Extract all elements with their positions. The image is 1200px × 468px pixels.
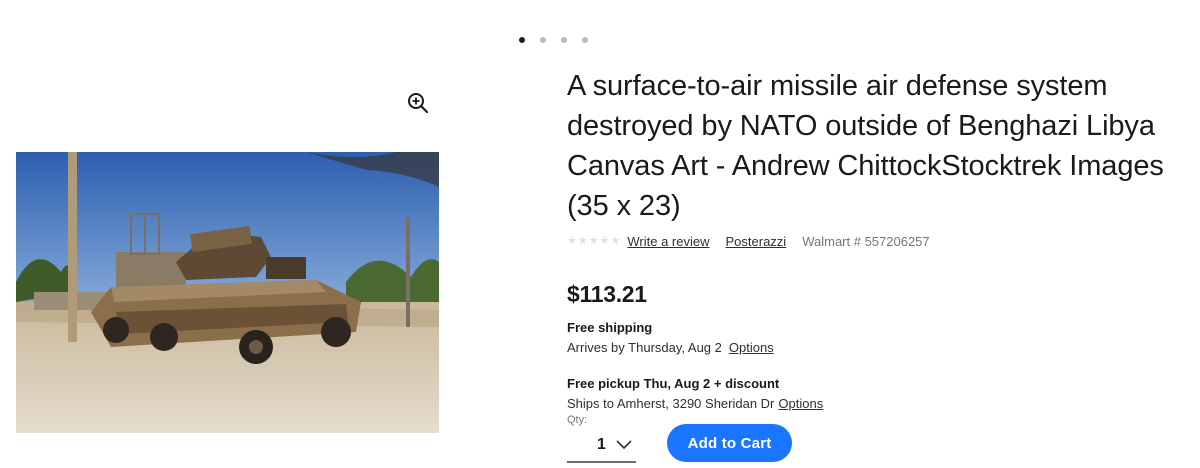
star-icon: ★ — [588, 234, 599, 247]
product-title: A surface-to-air missile air defense sys… — [567, 70, 1164, 222]
star-icon: ★ — [567, 234, 577, 247]
quantity-select[interactable]: 1 — [567, 428, 636, 463]
chevron-down-icon — [616, 439, 632, 449]
shipping-arrival: Arrives by Thursday, Aug 2 Options — [567, 338, 1197, 358]
write-review-link[interactable]: Write a review — [627, 234, 709, 249]
product-page: A surface-to-air missile air defense sys… — [0, 0, 1200, 468]
add-to-cart-button[interactable]: Add to Cart — [667, 424, 792, 462]
star-icon: ★ — [599, 234, 610, 247]
arrival-text: Arrives by Thursday, Aug 2 — [567, 340, 722, 355]
product-meta: ★ ★ ★ ★ ★ Write a review Posterazzi Walm… — [567, 231, 1197, 251]
quantity-label: Qty: — [567, 414, 588, 426]
shipping-info: Free shipping Arrives by Thursday, Aug 2… — [567, 318, 1197, 358]
image-carousel-dots — [519, 37, 588, 43]
carousel-dot-2[interactable] — [540, 37, 546, 43]
shipping-label: Free shipping — [567, 320, 653, 335]
product-price: $113.21 — [567, 281, 647, 307]
pickup-info: Free pickup Thu, Aug 2 + discount Ships … — [567, 374, 1197, 414]
seller-link[interactable]: Posterazzi — [726, 234, 787, 249]
carousel-dot-4[interactable] — [582, 37, 588, 43]
rating-stars[interactable]: ★ ★ ★ ★ ★ — [567, 234, 621, 247]
ships-to-text: Ships to Amherst, 3290 Sheridan Dr — [567, 396, 775, 411]
pickup-location: Ships to Amherst, 3290 Sheridan Dr Option… — [567, 394, 1197, 414]
carousel-dot-1[interactable] — [519, 37, 525, 43]
product-image[interactable] — [16, 152, 439, 433]
star-icon: ★ — [577, 234, 588, 247]
carousel-dot-3[interactable] — [561, 37, 567, 43]
quantity-value: 1 — [597, 435, 606, 453]
walmart-item-number: Walmart # 557206257 — [802, 233, 930, 249]
shipping-options-link[interactable]: Options — [729, 340, 774, 355]
star-icon: ★ — [610, 234, 621, 247]
zoom-in-icon[interactable] — [406, 91, 430, 115]
product-info: A surface-to-air missile air defense sys… — [567, 66, 1197, 414]
pickup-label: Free pickup Thu, Aug 2 + discount — [567, 376, 780, 391]
pickup-options-link[interactable]: Options — [778, 396, 823, 411]
